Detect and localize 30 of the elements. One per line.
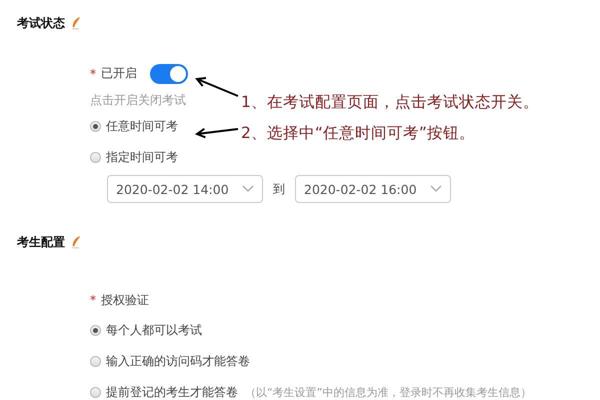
arrow xyxy=(194,128,239,138)
feather-icon[interactable] xyxy=(71,235,81,249)
chevron-icon xyxy=(242,185,254,193)
toggle-switch[interactable] xyxy=(150,64,188,84)
option-label: 指定时间可考 xyxy=(106,149,178,166)
field-label: 授权验证 xyxy=(101,292,149,308)
radio-button[interactable] xyxy=(90,387,101,398)
annotation-text: 2、选择中“任意时间可考”按钮。 xyxy=(241,123,476,144)
range-separator: 到 xyxy=(273,180,285,198)
section-title: 考试状态 xyxy=(17,14,65,32)
option-label: 输入正确的访问码才能答卷 xyxy=(106,353,250,370)
hint-text: 点击开启关闭考试 xyxy=(90,92,186,109)
feather-icon[interactable] xyxy=(71,16,81,30)
radio-button[interactable] xyxy=(90,121,101,132)
field-label: 已开启 xyxy=(101,65,137,82)
option-label: 每个人都可以考试 xyxy=(106,322,202,339)
arrow xyxy=(195,77,239,97)
datetime-select[interactable]: 2020-02-02 14:00 xyxy=(107,175,263,203)
option-label: 提前登记的考生才能答卷 xyxy=(106,384,238,400)
option-note: （以“考生设置”中的信息为准，登录时不再收集考生信息） xyxy=(245,385,532,400)
radio-button[interactable] xyxy=(90,356,101,367)
annotation-text: 1、在考试配置页面，点击考试状态开关。 xyxy=(241,92,539,113)
section-title: 考生配置 xyxy=(17,234,65,250)
required-mark: * xyxy=(90,66,96,80)
radio-button[interactable] xyxy=(90,152,101,163)
radio-button[interactable] xyxy=(90,325,101,336)
option-label: 任意时间可考 xyxy=(106,118,178,135)
chevron-icon xyxy=(430,185,442,193)
datetime-select[interactable]: 2020-02-02 16:00 xyxy=(295,175,451,203)
required-mark: * xyxy=(90,293,96,307)
